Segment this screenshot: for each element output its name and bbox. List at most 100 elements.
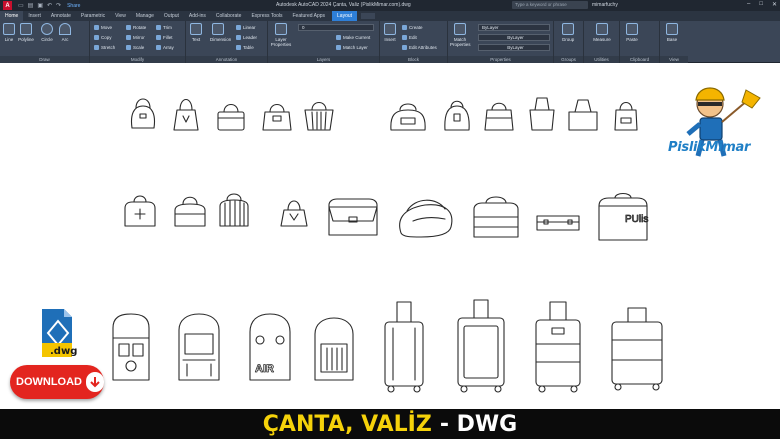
close-icon[interactable]: ✕ <box>772 1 777 8</box>
search-input[interactable]: Type a keyword or phrase <box>512 1 588 9</box>
match-properties-icon <box>454 23 466 35</box>
mirror-tool[interactable]: Mirror <box>126 34 145 41</box>
arc-tool[interactable]: Arc <box>57 23 73 42</box>
match-properties-tool[interactable]: Match Properties <box>450 23 471 47</box>
table-tool[interactable]: Table <box>236 44 254 51</box>
panel-modify-title[interactable]: Modify <box>90 56 185 63</box>
banner-suffix: - DWG <box>439 411 518 437</box>
dimension-tool[interactable]: Dimension <box>210 23 231 42</box>
panel-properties-title[interactable]: Properties <box>448 56 553 63</box>
paste-tool[interactable]: Paste <box>624 23 640 42</box>
linear-icon <box>236 25 241 30</box>
tab-collaborate[interactable]: Collaborate <box>211 11 247 21</box>
trim-tool[interactable]: Trim <box>156 24 172 31</box>
panel-clipboard-title[interactable]: Clipboard <box>620 56 659 63</box>
backpack-drawing <box>178 313 220 381</box>
tab-annotate[interactable]: Annotate <box>46 11 76 21</box>
undo-icon[interactable]: ↶ <box>47 2 52 9</box>
stretch-tool[interactable]: Stretch <box>94 44 115 51</box>
suitcase-drawing <box>611 307 663 391</box>
tab-layout[interactable]: Layout <box>332 11 358 21</box>
panel-annotation-title[interactable]: Annotation <box>186 56 267 63</box>
save-icon[interactable]: ▣ <box>37 2 43 9</box>
tab-manage[interactable]: Manage <box>131 11 159 21</box>
edit-block-tool[interactable]: Edit <box>402 34 417 41</box>
linear-tool[interactable]: Linear <box>236 24 256 31</box>
scale-tool[interactable]: Scale <box>126 44 144 51</box>
insert-tool[interactable]: Insert <box>382 23 398 42</box>
layer-dropdown[interactable]: 0 <box>298 24 374 31</box>
array-tool[interactable]: Array <box>156 44 174 51</box>
panel-view-title[interactable]: View <box>660 56 688 63</box>
color-dropdown[interactable]: ByLayer <box>478 24 550 31</box>
lineweight-dropdown[interactable]: ByLayer <box>478 44 550 51</box>
open-file-icon[interactable]: ▤ <box>28 2 34 9</box>
leader-label: Leader <box>243 35 258 40</box>
briefcase-drawing <box>536 215 580 231</box>
redo-icon[interactable]: ↷ <box>56 2 61 9</box>
suitcase-drawing <box>384 301 424 393</box>
rotate-tool[interactable]: Rotate <box>126 24 146 31</box>
backpack-drawing <box>112 313 150 381</box>
autocad-logo-icon[interactable]: A <box>3 1 12 10</box>
tab-output[interactable]: Output <box>159 11 184 21</box>
scale-icon <box>126 45 131 50</box>
panel-layers-title[interactable]: Layers <box>268 56 379 63</box>
layer-properties-tool[interactable]: Layer Properties <box>270 23 292 47</box>
tab-home[interactable]: Home <box>0 11 24 21</box>
fillet-tool[interactable]: Fillet <box>156 34 173 41</box>
panel-clipboard: Paste Clipboard <box>620 21 660 63</box>
tab-view[interactable]: View <box>110 11 131 21</box>
fillet-icon <box>156 35 161 40</box>
handbag-drawing <box>614 101 638 131</box>
travel-bag-drawing <box>473 196 519 238</box>
make-current-label: Make Current <box>343 35 371 40</box>
new-file-icon[interactable]: ▭ <box>18 2 24 9</box>
group-tool[interactable]: Group <box>560 23 576 42</box>
share-button[interactable]: Share <box>67 3 80 9</box>
copy-tool[interactable]: Copy <box>94 34 112 41</box>
handbag-drawing <box>280 200 308 227</box>
panel-draw-title[interactable]: Draw <box>0 56 89 63</box>
minimize-icon[interactable]: – <box>747 1 750 8</box>
base-tool[interactable]: Base <box>664 23 680 42</box>
panel-utilities: Measure Utilities <box>584 21 620 63</box>
polyline-tool[interactable]: Polyline <box>18 23 34 42</box>
edit-attributes-tool[interactable]: Edit Attributes <box>402 44 437 51</box>
medical-bag-drawing <box>124 195 156 227</box>
move-tool[interactable]: Move <box>94 24 112 31</box>
tab-insert[interactable]: Insert <box>23 11 46 21</box>
text-tool[interactable]: Text <box>188 23 204 42</box>
linetype-dropdown[interactable]: ByLayer <box>478 34 550 41</box>
ribbon-tabs: Home Insert Annotate Parametric View Man… <box>0 11 780 21</box>
stretch-label: Stretch <box>101 45 116 50</box>
edit-attributes-label: Edit Attributes <box>409 45 437 50</box>
tab-featured-apps[interactable]: Featured Apps <box>288 11 331 21</box>
create-block-icon <box>402 25 407 30</box>
match-layer-tool[interactable]: Match Layer <box>336 44 368 51</box>
make-current-tool[interactable]: Make Current <box>336 34 370 41</box>
tab-add-ins[interactable]: Add-ins <box>184 11 211 21</box>
measure-tool[interactable]: Measure <box>590 23 614 42</box>
panel-groups-title[interactable]: Groups <box>554 56 583 63</box>
leader-tool[interactable]: Leader <box>236 34 257 41</box>
leader-icon <box>236 35 241 40</box>
tab-express-tools[interactable]: Express Tools <box>246 11 287 21</box>
create-block-tool[interactable]: Create <box>402 24 423 31</box>
panel-utilities-title[interactable]: Utilities <box>584 56 619 63</box>
banner-title: ÇANTA, VALİZ <box>262 411 432 437</box>
striped-bag-drawing <box>219 193 249 227</box>
panel-block-title[interactable]: Block <box>380 56 447 63</box>
panel-view: Base View <box>660 21 688 63</box>
ribbon-overflow-button[interactable] <box>361 13 376 19</box>
insert-icon <box>384 23 396 35</box>
maximize-icon[interactable]: □ <box>759 1 763 8</box>
array-icon <box>156 45 161 50</box>
panel-block: Insert Create Edit Edit Attributes Block <box>380 21 448 63</box>
download-button[interactable]: DOWNLOAD <box>10 365 104 399</box>
circle-tool[interactable]: Circle <box>39 23 55 42</box>
tab-parametric[interactable]: Parametric <box>76 11 110 21</box>
table-icon <box>236 45 241 50</box>
user-account[interactable]: mimarfuchy <box>592 2 618 8</box>
line-tool[interactable]: Line <box>1 23 17 42</box>
